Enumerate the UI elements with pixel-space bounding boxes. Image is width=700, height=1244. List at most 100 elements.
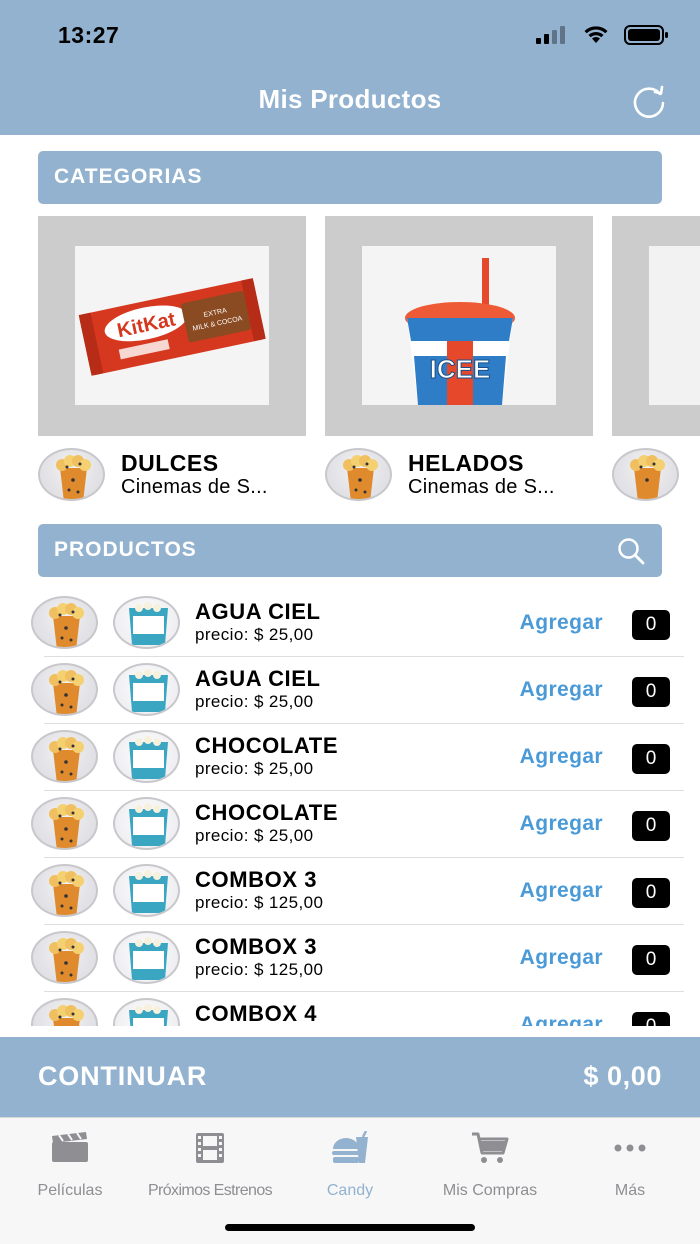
quantity-badge: 0: [632, 610, 670, 640]
tab-candy[interactable]: Candy: [280, 1130, 420, 1200]
product-price: precio: $ 25,00: [195, 692, 314, 711]
popcorn-logo-icon: [31, 596, 98, 649]
kitkat-photo: KitKat EXTRA MILK & COCOA: [75, 246, 269, 405]
popcorn-logo-icon: [31, 931, 98, 984]
refresh-icon[interactable]: [630, 82, 668, 120]
continue-label: CONTINUAR: [38, 1061, 208, 1091]
status-icons: [536, 24, 670, 46]
product-name: COMBOX 3: [195, 867, 318, 892]
product-name: COMBOX 4: [195, 1001, 318, 1026]
film-strip-icon: [196, 1133, 224, 1163]
add-button[interactable]: Agregar: [520, 611, 603, 635]
app-screen: 13:27 Mis Productos CATEGORIAS KitKat EX…: [0, 0, 700, 1244]
quantity-badge: 0: [632, 945, 670, 975]
product-name: COMBOX 3: [195, 934, 318, 959]
tab-label: Más: [614, 1182, 646, 1199]
popcorn-logo-icon: [31, 797, 98, 850]
add-button[interactable]: Agregar: [520, 879, 603, 903]
category-card-dulces[interactable]: KitKat EXTRA MILK & COCOA DULCES Cinemas…: [38, 216, 306, 508]
tab-label: Mis Compras: [442, 1182, 538, 1199]
candy-icon: [332, 1131, 368, 1163]
continue-button[interactable]: CONTINUAR $ 0,00: [0, 1037, 700, 1117]
tab-proximos-estrenos[interactable]: Próximos Estrenos: [140, 1130, 280, 1200]
product-thumbnail-icon: [113, 730, 180, 783]
more-icon: [614, 1144, 646, 1152]
categories-header: CATEGORIAS: [38, 151, 662, 204]
add-button[interactable]: Agregar: [520, 1013, 603, 1026]
category-card-partial[interactable]: [612, 216, 700, 508]
product-name: CHOCOLATE: [195, 800, 339, 825]
product-thumbnail-icon: [113, 998, 180, 1026]
product-thumbnail-icon: [113, 864, 180, 917]
search-icon[interactable]: [616, 536, 646, 566]
product-row: COMBOX 3 precio: $ 125,00 Agregar 0: [0, 925, 700, 992]
product-price: precio: $ 25,00: [195, 625, 314, 644]
product-price: precio: $ 25,00: [195, 826, 314, 845]
product-row: CHOCOLATE precio: $ 25,00 Agregar 0: [0, 724, 700, 791]
product-thumbnail-icon: [113, 931, 180, 984]
home-indicator[interactable]: [225, 1224, 475, 1231]
tab-label: Películas: [37, 1182, 103, 1199]
popcorn-logo-icon: [325, 448, 392, 501]
tab-mis-compras[interactable]: Mis Compras: [420, 1130, 560, 1200]
product-price: precio: $ 125,00: [195, 960, 324, 979]
tab-label: Candy: [326, 1182, 374, 1199]
quantity-badge: 0: [632, 744, 670, 774]
page-title: Mis Productos: [258, 84, 442, 114]
category-name: HELADOS: [408, 450, 524, 476]
clapperboard-icon: [52, 1132, 88, 1162]
category-info: [612, 436, 700, 508]
category-image-frame: [612, 216, 700, 436]
add-button[interactable]: Agregar: [520, 946, 603, 970]
status-time: 13:27: [58, 22, 120, 48]
categories-carousel[interactable]: KitKat EXTRA MILK & COCOA DULCES Cinemas…: [0, 216, 700, 516]
tab-mas[interactable]: Más: [560, 1130, 700, 1200]
product-thumbnail-icon: [113, 663, 180, 716]
product-price: precio: $ 125,00: [195, 893, 324, 912]
product-name: AGUA CIEL: [195, 666, 321, 691]
quantity-badge: 0: [632, 677, 670, 707]
category-name: DULCES: [121, 450, 219, 476]
products-list[interactable]: AGUA CIEL precio: $ 25,00 Agregar 0 AGUA…: [0, 590, 700, 1026]
svg-text:ICEE: ICEE: [430, 354, 491, 384]
category-card-helados[interactable]: ICEE HELADOS Cinemas de S...: [325, 216, 593, 508]
add-button[interactable]: Agregar: [520, 745, 603, 769]
add-button[interactable]: Agregar: [520, 678, 603, 702]
category-subtitle: Cinemas de S...: [408, 476, 555, 498]
product-row: CHOCOLATE precio: $ 25,00 Agregar 0: [0, 791, 700, 858]
product-row: AGUA CIEL precio: $ 25,00 Agregar 0: [0, 657, 700, 724]
category-subtitle: Cinemas de S...: [121, 476, 268, 498]
popcorn-logo-icon: [38, 448, 105, 501]
add-button[interactable]: Agregar: [520, 812, 603, 836]
products-title: PRODUCTOS: [54, 538, 197, 561]
product-price: precio: $ 25,00: [195, 759, 314, 778]
product-thumbnail-icon: [113, 596, 180, 649]
tab-label: Próximos Estrenos: [147, 1182, 273, 1199]
categories-title: CATEGORIAS: [54, 165, 203, 188]
popcorn-logo-icon: [31, 730, 98, 783]
product-row: COMBOX 3 precio: $ 125,00 Agregar 0: [0, 858, 700, 925]
category-image-frame: KitKat EXTRA MILK & COCOA: [38, 216, 306, 436]
products-header: PRODUCTOS: [38, 524, 662, 577]
icee-cup-photo: ICEE: [362, 246, 556, 405]
popcorn-logo-icon: [31, 663, 98, 716]
quantity-badge: 0: [632, 811, 670, 841]
product-row: COMBOX 4 Agregar 0: [0, 992, 700, 1026]
product-thumbnail-icon: [113, 797, 180, 850]
popcorn-logo-icon: [31, 864, 98, 917]
category-photo: [649, 246, 700, 405]
product-row: AGUA CIEL precio: $ 25,00 Agregar 0: [0, 590, 700, 657]
wifi-icon: [584, 26, 608, 43]
category-info: HELADOS Cinemas de S...: [325, 436, 593, 508]
popcorn-logo-icon: [612, 448, 679, 501]
battery-icon: [624, 25, 668, 45]
order-total: $ 0,00: [583, 1061, 662, 1091]
quantity-badge: 0: [632, 878, 670, 908]
category-image-frame: ICEE: [325, 216, 593, 436]
product-name: CHOCOLATE: [195, 733, 339, 758]
category-info: DULCES Cinemas de S...: [38, 436, 306, 508]
product-name: AGUA CIEL: [195, 599, 321, 624]
top-bar: 13:27 Mis Productos: [0, 0, 700, 135]
signal-icon: [536, 26, 565, 44]
tab-peliculas[interactable]: Películas: [0, 1130, 140, 1200]
